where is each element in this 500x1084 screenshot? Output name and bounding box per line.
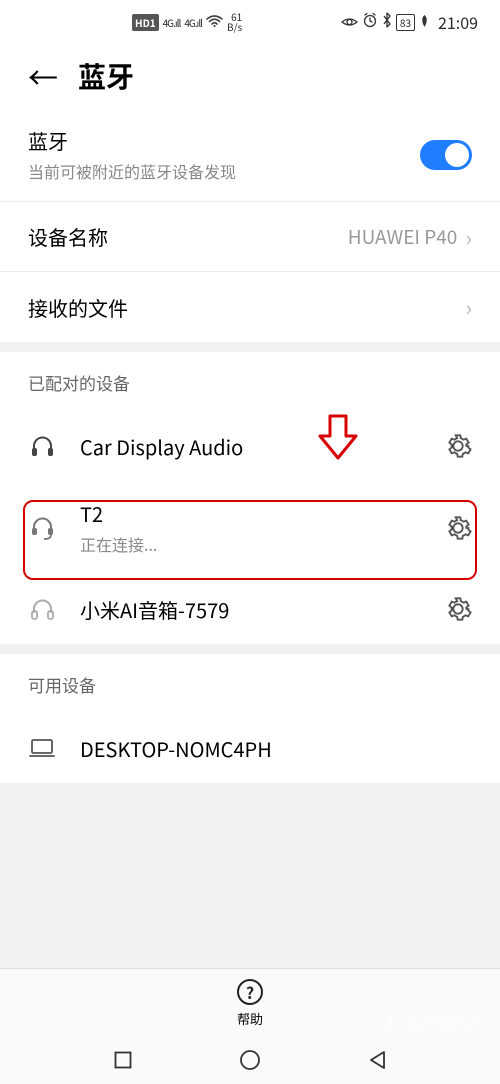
nav-back-button[interactable] xyxy=(368,1050,386,1070)
alarm-icon xyxy=(362,12,378,32)
nav-recents-button[interactable] xyxy=(114,1051,132,1069)
clock-text: 21:09 xyxy=(438,10,478,34)
paired-devices-title: 已配对的设备 xyxy=(0,352,500,411)
gear-icon[interactable] xyxy=(444,432,472,460)
help-label: 帮助 xyxy=(237,1009,263,1028)
device-name-row[interactable]: 设备名称 HUAWEI P40 › xyxy=(0,202,500,272)
available-devices-title: 可用设备 xyxy=(0,654,500,713)
eye-icon xyxy=(341,13,358,32)
nav-home-button[interactable] xyxy=(239,1049,261,1071)
headset-icon xyxy=(28,514,56,541)
bluetooth-toggle-row[interactable]: 蓝牙 当前可被附近的蓝牙设备发现 xyxy=(0,108,500,202)
hd-icon: HD1 xyxy=(132,14,159,31)
signal-1-icon: 4G.ıll xyxy=(163,15,181,30)
leaf-icon xyxy=(419,13,430,32)
help-button[interactable]: ? 帮助 xyxy=(0,969,500,1036)
chevron-right-icon: › xyxy=(465,291,472,323)
gear-icon[interactable] xyxy=(444,514,472,542)
device-name-value: HUAWEI P40 xyxy=(348,223,458,250)
signal-2-icon: 4G.ıll xyxy=(184,15,202,30)
navigation-bar xyxy=(0,1036,500,1084)
device-name: Car Display Audio xyxy=(80,432,444,461)
bluetooth-icon xyxy=(382,12,392,32)
gear-icon[interactable] xyxy=(444,595,472,623)
device-name: T2 xyxy=(80,499,444,528)
header: ← 蓝牙 xyxy=(0,44,500,108)
status-bar: HD1 4G.ıll 4G.ıll 61 B/s 83 21:09 xyxy=(0,0,500,44)
device-row-xiaomi-speaker[interactable]: 小米AI音箱-7579 xyxy=(0,574,500,644)
device-name: 小米AI音箱-7579 xyxy=(80,595,444,624)
headphones-icon xyxy=(28,596,56,623)
bluetooth-toggle[interactable] xyxy=(420,140,472,170)
device-name: DESKTOP-NOMC4PH xyxy=(80,734,472,763)
received-files-row[interactable]: 接收的文件 › xyxy=(0,272,500,342)
battery-icon: 83 xyxy=(396,14,415,31)
wifi-icon xyxy=(206,13,223,32)
device-name-label: 设备名称 xyxy=(28,222,348,251)
page-title: 蓝牙 xyxy=(78,56,134,96)
chevron-right-icon: › xyxy=(465,221,472,253)
device-row-car-display[interactable]: Car Display Audio xyxy=(0,411,500,481)
net-speed: 61 B/s xyxy=(227,12,242,32)
bluetooth-sublabel: 当前可被附近的蓝牙设备发现 xyxy=(28,159,420,183)
device-row-desktop[interactable]: DESKTOP-NOMC4PH xyxy=(0,713,500,783)
device-row-t2[interactable]: T2 正在连接... xyxy=(0,481,500,574)
received-files-label: 接收的文件 xyxy=(28,293,465,322)
headset-icon xyxy=(28,433,56,460)
bluetooth-label: 蓝牙 xyxy=(28,126,420,155)
help-icon: ? xyxy=(237,979,263,1005)
laptop-icon xyxy=(28,737,56,759)
device-status: 正在连接... xyxy=(80,532,444,556)
back-arrow-icon[interactable]: ← xyxy=(28,54,58,98)
